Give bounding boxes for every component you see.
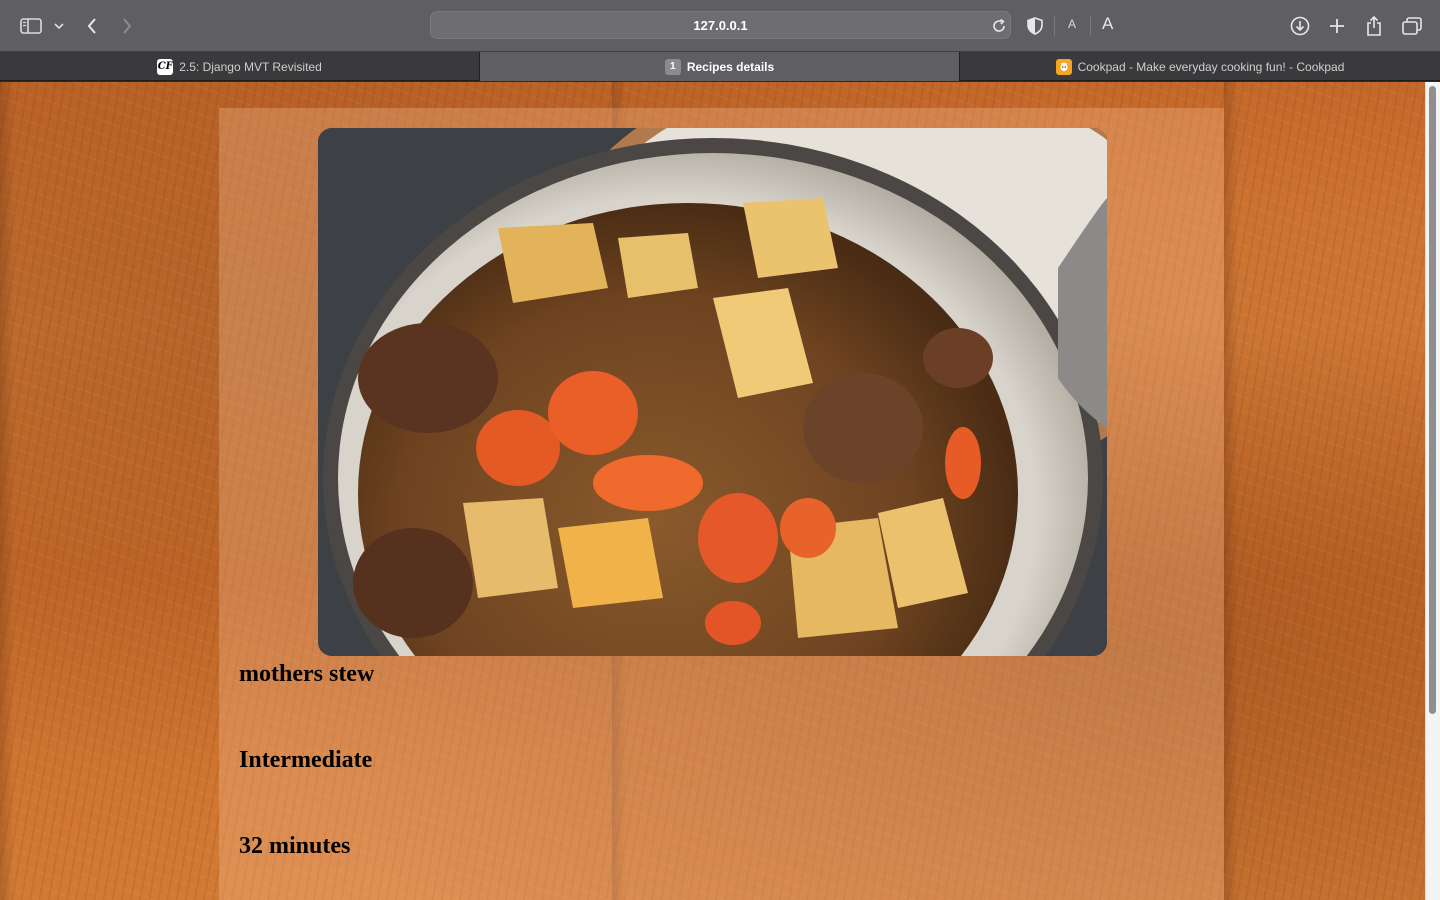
- tab-number-badge-icon: 1: [664, 58, 681, 75]
- stew-bowl-illustration: [318, 128, 1107, 656]
- tab-recipes-details[interactable]: 1 Recipes details: [480, 52, 960, 81]
- back-icon[interactable]: [82, 12, 102, 40]
- scrollbar-thumb[interactable]: [1429, 86, 1436, 714]
- recipe-detail-panel: mothers stew Intermediate 32 minutes: [219, 108, 1224, 900]
- download-icon[interactable]: [1288, 12, 1312, 40]
- wood-plank-seam: [0, 82, 14, 900]
- tab-bar: CF 2.5: Django MVT Revisited 1 Recipes d…: [0, 52, 1440, 81]
- tab-label: Cookpad - Make everyday cooking fun! - C…: [1077, 59, 1345, 74]
- sidebar-toggle-icon[interactable]: [18, 12, 44, 40]
- recipe-cooking-time: 32 minutes: [239, 833, 351, 859]
- browser-toolbar: 127.0.0.1 A A: [0, 0, 1440, 52]
- recipe-name: mothers stew: [239, 661, 375, 687]
- privacy-shield-icon[interactable]: [1025, 12, 1045, 40]
- tab-cookpad[interactable]: Cookpad - Make everyday cooking fun! - C…: [960, 52, 1440, 81]
- recipe-photo: [318, 128, 1107, 656]
- url-text: 127.0.0.1: [693, 17, 748, 33]
- toolbar-divider: [1090, 16, 1091, 36]
- tab-django-mvt[interactable]: CF 2.5: Django MVT Revisited: [0, 52, 480, 81]
- tab-label: Recipes details: [686, 59, 775, 74]
- toolbar-divider: [1054, 16, 1055, 36]
- new-tab-icon[interactable]: [1325, 12, 1349, 40]
- cf-favicon-icon: CF: [157, 58, 174, 75]
- wood-plank-seam: [1224, 82, 1238, 900]
- address-bar[interactable]: 127.0.0.1: [430, 11, 1011, 39]
- page-background: mothers stew Intermediate 32 minutes: [0, 82, 1425, 900]
- recipe-difficulty: Intermediate: [239, 747, 373, 773]
- tab-label: 2.5: Django MVT Revisited: [179, 59, 322, 74]
- cookpad-icon: [1055, 58, 1072, 75]
- decrease-font-button[interactable]: A: [1068, 17, 1076, 31]
- forward-icon[interactable]: [117, 12, 137, 40]
- chevron-down-icon[interactable]: [52, 12, 66, 40]
- increase-font-button[interactable]: A: [1102, 14, 1113, 34]
- share-icon[interactable]: [1362, 12, 1386, 40]
- reload-icon[interactable]: [990, 17, 1008, 35]
- tab-overview-icon[interactable]: [1400, 12, 1424, 40]
